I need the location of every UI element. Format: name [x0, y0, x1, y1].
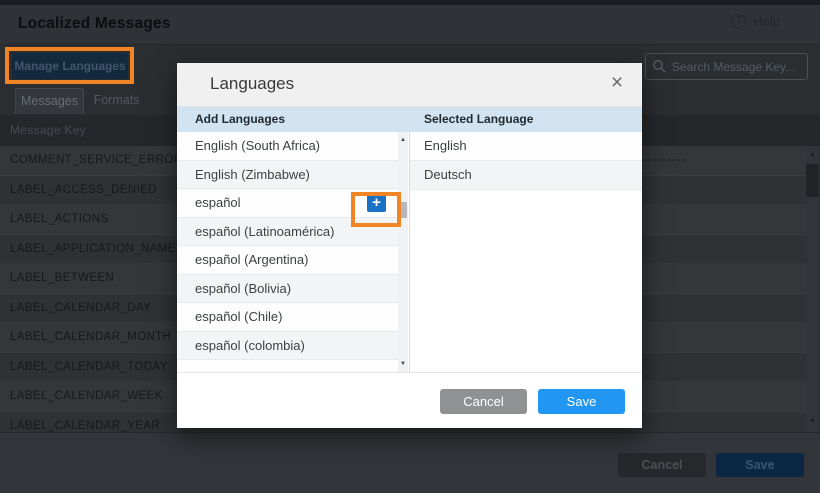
- message-key-cell: LABEL_BETWEEN: [10, 272, 114, 284]
- close-icon[interactable]: ×: [605, 71, 629, 95]
- page-save-button[interactable]: Save: [716, 453, 804, 477]
- scroll-up-icon[interactable]: ▲: [398, 137, 408, 143]
- scrollbar-thumb[interactable]: [806, 164, 819, 197]
- message-key-cell: LABEL_CALENDAR_TODAY: [10, 361, 168, 373]
- language-label: español (Latinoamérica): [195, 224, 386, 239]
- language-list-item[interactable]: español (Bolivia): [177, 275, 398, 304]
- available-languages-list: English (South Africa) English (Zimbabwe…: [177, 132, 398, 372]
- language-list-item[interactable]: English (South Africa): [177, 132, 398, 161]
- selected-language-label: English: [424, 138, 467, 153]
- page-cancel-button[interactable]: Cancel: [618, 453, 706, 477]
- language-list-item[interactable]: español (Chile): [177, 303, 398, 332]
- language-label: English (South Africa): [195, 138, 386, 153]
- message-value-cell: ---------: [643, 146, 686, 176]
- search-input[interactable]: [645, 53, 808, 80]
- dialog-body: English (South Africa) English (Zimbabwe…: [177, 132, 642, 372]
- page-vertical-scrollbar[interactable]: ▲ ▼: [806, 146, 819, 432]
- language-label: español (Argentina): [195, 252, 386, 267]
- page-title: Localized Messages: [18, 15, 171, 33]
- message-key-cell: LABEL_ACCESS_DENIED: [10, 184, 157, 196]
- scroll-down-icon[interactable]: ▼: [806, 416, 819, 428]
- message-key-cell: LABEL_APPLICATION_NAME: [10, 243, 176, 255]
- dialog-save-button[interactable]: Save: [538, 389, 625, 414]
- dialog-title: Languages: [210, 74, 294, 94]
- dialog-list-scrollbar[interactable]: ▲ ▼: [398, 132, 408, 372]
- add-language-button[interactable]: +: [367, 193, 386, 212]
- dialog-header: Languages ×: [177, 63, 642, 107]
- page-footer: Cancel Save: [0, 432, 820, 493]
- message-key-cell: LABEL_CALENDAR_MONTH: [10, 331, 171, 343]
- tab-messages[interactable]: Messages: [15, 88, 84, 114]
- message-key-cell: LABEL_CALENDAR_DAY: [10, 302, 151, 314]
- language-label: español: [195, 195, 367, 210]
- selected-language-item[interactable]: Deutsch: [410, 161, 642, 190]
- language-label: English (Zimbabwe): [195, 167, 386, 182]
- column-headers: Add Languages Selected Language: [177, 107, 642, 132]
- tab-formats[interactable]: Formats: [84, 88, 149, 114]
- selected-language-item[interactable]: English: [410, 132, 642, 161]
- dialog-cancel-button[interactable]: Cancel: [440, 389, 527, 414]
- message-key-cell: LABEL_CALENDAR_YEAR: [10, 420, 160, 432]
- language-list-item[interactable]: español (colombia): [177, 332, 398, 361]
- language-label: español (Chile): [195, 309, 386, 324]
- app-header: Localized Messages ? Help: [0, 5, 820, 45]
- language-label: español (Bolivia): [195, 281, 386, 296]
- selected-languages-list: English Deutsch: [410, 132, 642, 372]
- manage-languages-button[interactable]: Manage Languages: [12, 53, 128, 79]
- clipped-language-row[interactable]: [177, 360, 398, 371]
- search-box: [645, 53, 808, 80]
- add-languages-column-header: Add Languages: [195, 112, 285, 126]
- language-list-item[interactable]: español (Argentina): [177, 246, 398, 275]
- scrollbar-thumb[interactable]: [399, 202, 407, 218]
- dialog-footer: Cancel Save: [177, 372, 642, 428]
- language-label: español (colombia): [195, 338, 386, 353]
- language-list-item[interactable]: español +: [177, 189, 398, 218]
- help-label: Help: [753, 14, 780, 29]
- message-key-cell: LABEL_CALENDAR_WEEK: [10, 390, 163, 402]
- scroll-up-icon[interactable]: ▲: [806, 149, 819, 161]
- scroll-down-icon[interactable]: ▼: [398, 361, 408, 367]
- help-button[interactable]: ? Help: [731, 14, 780, 29]
- selected-language-column-header: Selected Language: [424, 112, 533, 126]
- help-icon: ?: [731, 14, 746, 29]
- message-key-cell: LABEL_ACTIONS: [10, 213, 109, 225]
- language-list-item[interactable]: español (Latinoamérica): [177, 218, 398, 247]
- languages-dialog: Languages × Add Languages Selected Langu…: [177, 63, 642, 428]
- selected-language-label: Deutsch: [424, 167, 472, 182]
- language-list-item[interactable]: English (Zimbabwe): [177, 161, 398, 190]
